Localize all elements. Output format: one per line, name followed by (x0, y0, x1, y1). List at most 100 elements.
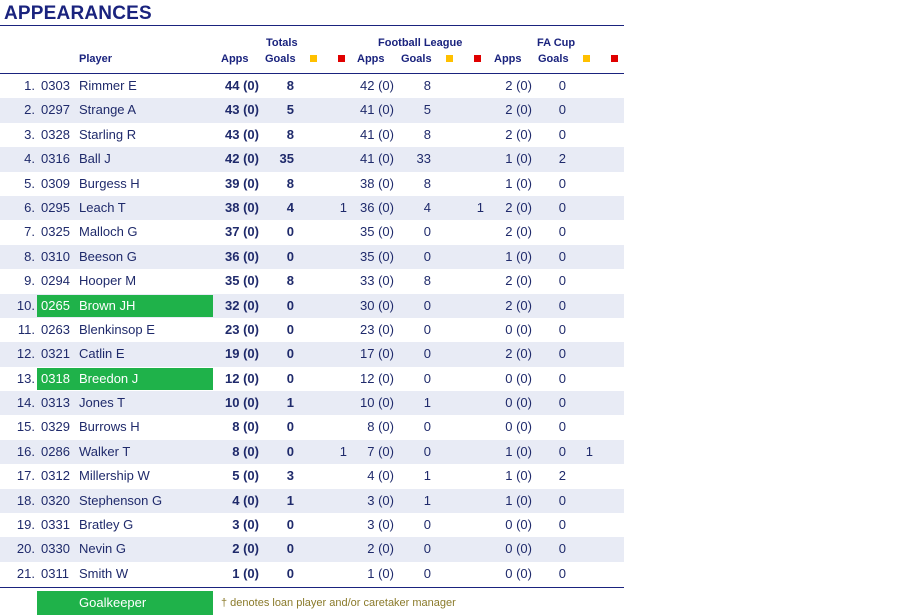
fl-apps: 35 (0) (360, 248, 394, 264)
fl-apps: 12 (0) (360, 370, 394, 386)
fl-goals: 8 (423, 126, 431, 142)
player-name: Rimmer E (79, 78, 137, 93)
fl-apps-header: Apps (357, 53, 385, 65)
totals-apps: 37 (0) (225, 224, 259, 240)
totals-apps: 12 (0) (225, 370, 259, 386)
goalkeeper-legend: Goalkeeper (37, 591, 213, 615)
fa-goals: 0 (558, 126, 566, 142)
table-row: 4. 0316 Ball J 42 (0) 35 41 (0) 33 1 (0) 2 (0, 147, 624, 172)
totals-goals: 0 (286, 297, 294, 313)
fl-goals: 1 (423, 468, 431, 484)
totals-goals: 0 (286, 321, 294, 337)
player-code: 0316 (41, 151, 70, 167)
fl-goals: 0 (423, 443, 431, 459)
footer-divider (0, 587, 624, 588)
table-row: 19. 0331 Bratley G 3 (0) 0 3 (0) 0 0 (0) 0 (0, 513, 624, 537)
table-row: 18. 0320 Stephenson G 4 (0) 1 3 (0) 1 1 (0) 0 (0, 488, 624, 514)
fa-apps: 2 (0) (505, 346, 532, 362)
fl-goals: 8 (423, 78, 431, 93)
totals-apps: 10 (0) (225, 395, 259, 411)
totals-apps: 42 (0) (225, 151, 259, 167)
totals-goals: 8 (286, 78, 294, 93)
fl-yellow-card-icon (446, 55, 453, 62)
fl-apps: 1 (0) (367, 565, 394, 581)
player-code: 0265 (41, 297, 70, 313)
rank: 6. (24, 199, 35, 215)
player-code: 0328 (41, 126, 70, 142)
totals-goals: 35 (279, 151, 294, 167)
table-row: 15. 0329 Burrows H 8 (0) 0 8 (0) 0 0 (0) 0 (0, 415, 624, 439)
page-title: APPEARANCES (4, 3, 152, 24)
totals-apps: 44 (0) (225, 78, 259, 93)
player-code: 0312 (41, 468, 70, 484)
fa-goals: 0 (558, 565, 566, 581)
player-code: 0294 (41, 273, 70, 289)
rank: 14. (16, 395, 35, 411)
player-code: 0331 (41, 517, 70, 533)
rank: 18. (16, 492, 35, 508)
fa-goals: 0 (558, 175, 566, 191)
table-row: 8. 0310 Beeson G 36 (0) 0 35 (0) 0 1 (0) 0 (0, 244, 624, 270)
fa-goals: 0 (558, 224, 566, 240)
totals-goals: 0 (286, 443, 294, 459)
rank: 3. (24, 126, 35, 142)
totals-apps: 8 (0) (232, 419, 259, 435)
fl-goals: 0 (423, 517, 431, 533)
table-row: 3. 0328 Starling R 43 (0) 8 41 (0) 8 2 (0) 0 (0, 123, 624, 147)
player-code: 0286 (41, 443, 70, 459)
fl-red-card-icon (474, 55, 481, 62)
appearances-table: 1. 0303 Rimmer E 44 (0) 8 42 (0) 8 2 (0) 0 2. 0297… (0, 74, 624, 586)
totals-apps: 35 (0) (225, 273, 259, 289)
totals-goals: 0 (286, 419, 294, 435)
player-name: Beeson G (79, 248, 137, 264)
fl-apps: 4 (0) (367, 468, 394, 484)
fa-yellow-card-icon (583, 55, 590, 62)
table-row: 14. 0313 Jones T 10 (0) 1 10 (0) 1 0 (0) 0 (0, 391, 624, 416)
player-code: 0303 (41, 78, 70, 93)
fa-apps: 1 (0) (505, 443, 532, 459)
fl-apps: 36 (0) (360, 199, 394, 215)
fa-apps: 0 (0) (505, 321, 532, 337)
rank: 4. (24, 151, 35, 167)
fa-apps: 0 (0) (505, 517, 532, 533)
fa-goals: 0 (558, 273, 566, 289)
table-row: 11. 0263 Blenkinsop E 23 (0) 0 23 (0) 0 0 (0) 0 (0, 318, 624, 342)
player-name: Jones T (79, 395, 126, 411)
table-row: 1. 0303 Rimmer E 44 (0) 8 42 (0) 8 2 (0) 0 (0, 74, 624, 98)
totals-goals: 8 (286, 175, 294, 191)
goalkeeper-legend-label: Goalkeeper (79, 595, 147, 610)
fl-goals: 0 (423, 541, 431, 557)
player-code: 0311 (41, 565, 69, 581)
fl-apps: 7 (0) (367, 443, 394, 459)
fa-goals: 0 (558, 541, 566, 557)
fa-apps: 0 (0) (505, 395, 532, 411)
player-name: Leach T (79, 199, 126, 215)
table-row: 20. 0330 Nevin G 2 (0) 0 2 (0) 0 0 (0) 0 (0, 537, 624, 562)
totals-apps: 3 (0) (232, 517, 259, 533)
loan-note: † denotes loan player and/or caretaker m… (221, 597, 456, 609)
fl-goals: 0 (423, 297, 431, 313)
player-code: 0330 (41, 541, 70, 557)
totals-apps-header: Apps (221, 53, 249, 65)
fl-apps: 42 (0) (360, 78, 394, 93)
player-name: Ball J (79, 151, 111, 167)
fa-apps: 2 (0) (505, 126, 532, 142)
player-name: Starling R (79, 126, 137, 142)
totals-goals: 0 (286, 565, 294, 581)
fa-apps: 2 (0) (505, 273, 532, 289)
fa-apps: 1 (0) (505, 492, 532, 508)
fl-apps: 41 (0) (360, 151, 394, 167)
fl-apps: 2 (0) (367, 541, 394, 557)
player-name: Smith W (79, 565, 129, 581)
rank: 9. (24, 273, 35, 289)
fa-goals: 0 (558, 443, 566, 459)
rank: 12. (16, 346, 35, 362)
totals-apps: 5 (0) (232, 468, 259, 484)
fa-cup-group-header: FA Cup (537, 37, 576, 49)
table-row: 10. 0265 Brown JH 32 (0) 0 30 (0) 0 2 (0) 0 (0, 293, 624, 318)
fl-goals: 8 (423, 175, 431, 191)
rank: 11. (17, 321, 35, 337)
totals-goals: 0 (286, 370, 294, 386)
fa-apps: 0 (0) (505, 565, 532, 581)
totals-goals: 0 (286, 541, 294, 557)
